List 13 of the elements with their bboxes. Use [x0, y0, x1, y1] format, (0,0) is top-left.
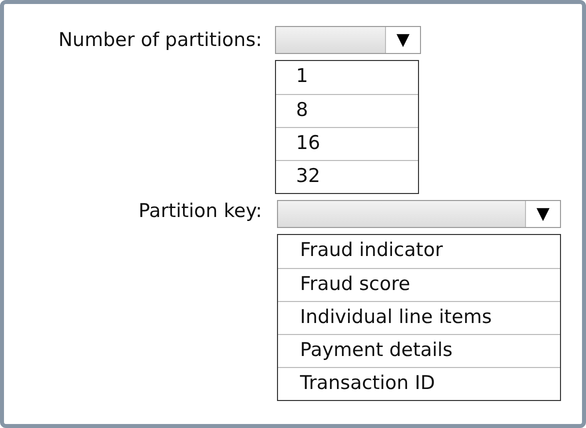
dropdown-option[interactable]: 32	[276, 160, 418, 193]
dropdown-field[interactable]: ▼	[277, 200, 561, 228]
dropdown-option[interactable]: Transaction ID	[278, 367, 560, 400]
dropdown-label: Number of partitions:	[57, 28, 262, 51]
dropdown-option[interactable]: Payment details	[278, 334, 560, 367]
dropdown-label: Partition key:	[138, 200, 262, 222]
dropdown-option[interactable]: 1	[276, 61, 418, 94]
dropdown-option[interactable]: Individual line items	[278, 301, 560, 334]
dropdown-field[interactable]: ▼	[275, 26, 421, 54]
dropdown-option[interactable]: Fraud indicator	[278, 235, 560, 268]
dropdown-option[interactable]: 16	[276, 127, 418, 160]
dropdown-option[interactable]: Fraud score	[278, 268, 560, 301]
dropdown-option[interactable]: 8	[276, 94, 418, 127]
